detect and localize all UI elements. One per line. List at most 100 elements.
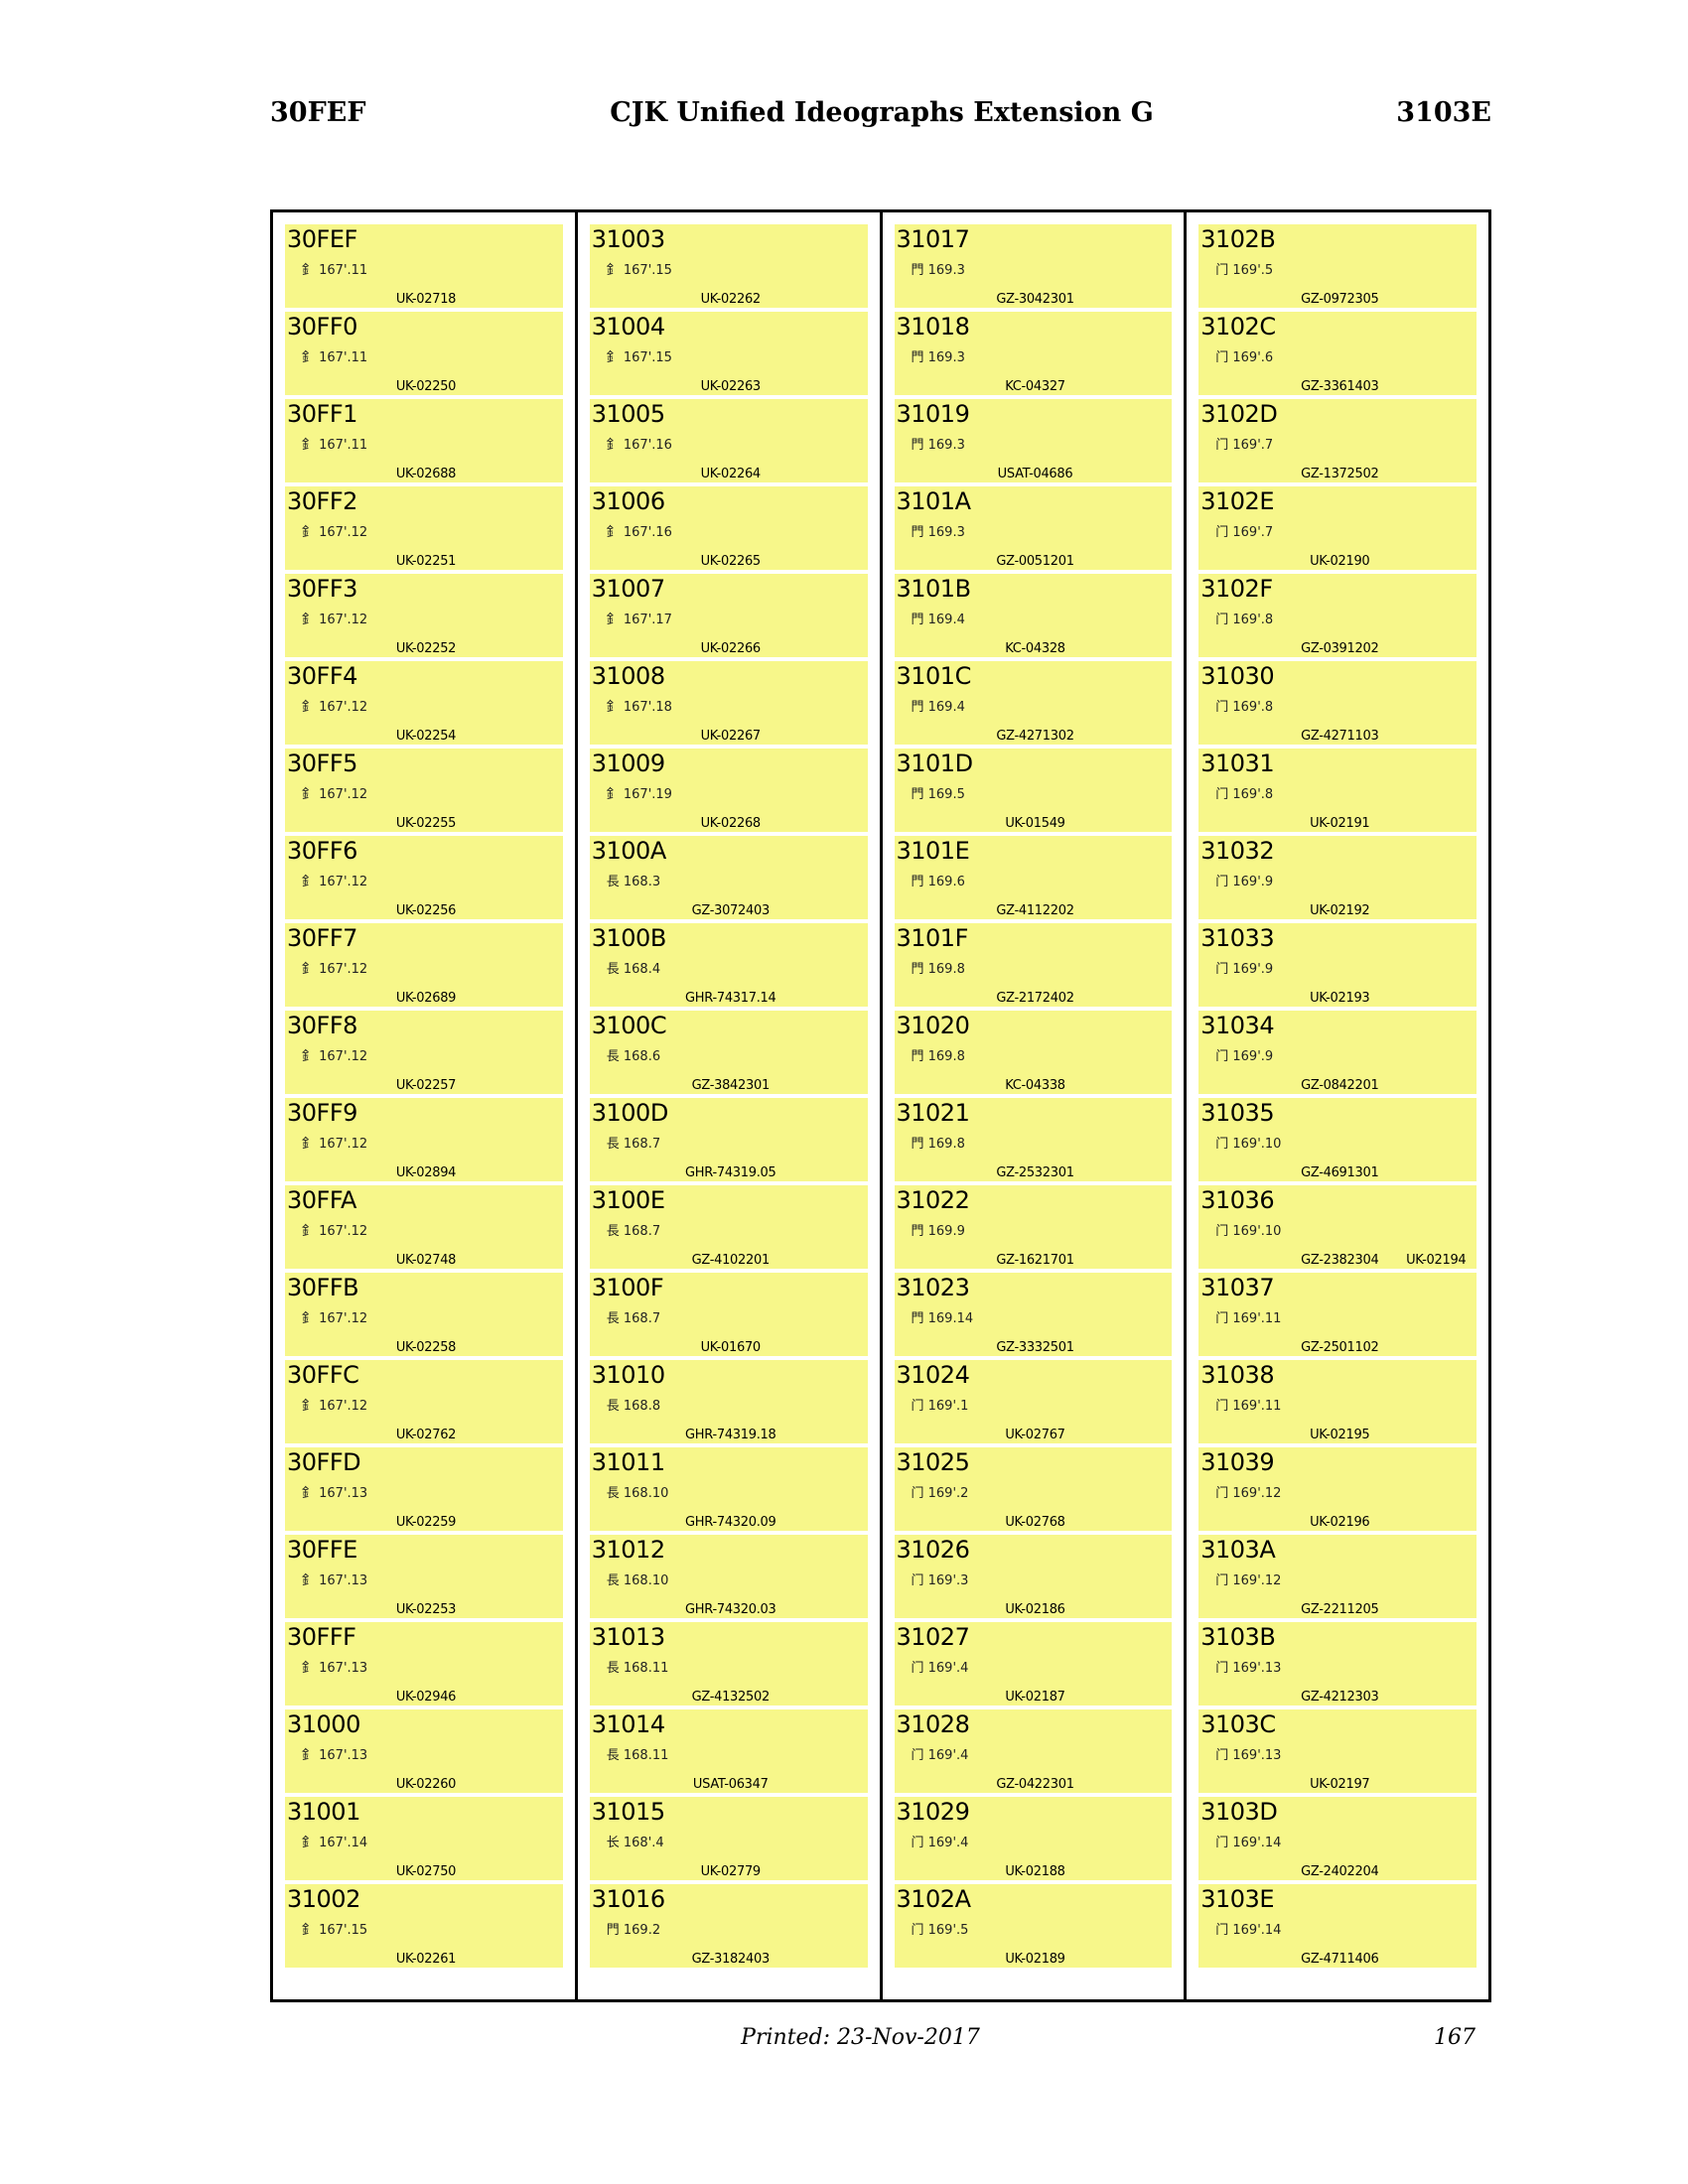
source-reference: UK-02258 [360, 1340, 492, 1355]
source-reference: GZ-0051201 [970, 554, 1101, 569]
code-point: 31032 [1200, 837, 1274, 865]
ideograph-glyph: 𱀡 [1004, 1101, 1067, 1164]
code-point: 31011 [592, 1448, 665, 1476]
code-point: 3100A [592, 837, 666, 865]
radical-stroke: 釒 167'.15 [302, 1919, 367, 1938]
character-cell: 31021 門 169.8 𱀡 GZ-2532301 [895, 1098, 1173, 1181]
source-reference: UK-02260 [360, 1777, 492, 1792]
code-point: 31008 [592, 662, 665, 690]
character-cell: 31006 釒 167'.16 𱀆 UK-02265 [590, 486, 868, 570]
ideograph-glyph: 𱀸 [1308, 1363, 1371, 1427]
ideograph-glyph: 𱀅 [699, 402, 763, 466]
radical-stroke: 门 169'.4 [912, 1832, 969, 1850]
character-cell: 31000 釒 167'.13 𱀀 UK-02260 [285, 1709, 563, 1793]
character-cell: 30FF3 釒 167'.12 𰿳 UK-02252 [285, 574, 563, 657]
source-reference: USAT-04686 [970, 467, 1101, 481]
source-reference-variant: UK-02194 [1397, 1253, 1475, 1268]
code-point: 31012 [592, 1536, 665, 1564]
ideograph-glyph: 𱀥 [1004, 1450, 1067, 1514]
radical-stroke: 釒 167'.14 [302, 1832, 367, 1850]
ideograph-glyph: 𰿯 [394, 227, 458, 291]
source-reference: GZ-3182403 [665, 1952, 796, 1967]
source-reference: GZ-0842201 [1274, 1078, 1405, 1093]
code-point: 3103A [1200, 1536, 1275, 1564]
character-cell: 3102B 门 169'.5 𱀫 GZ-0972305 [1198, 224, 1477, 308]
ideograph-glyph: 𱀑 [699, 1450, 763, 1514]
source-reference: UK-02265 [665, 554, 796, 569]
code-point: 31028 [897, 1710, 970, 1738]
code-point: 30FFE [287, 1536, 357, 1564]
radical-stroke: 釒 167'.18 [607, 696, 672, 715]
code-point: 31037 [1200, 1274, 1274, 1301]
ideograph-glyph: 𱀟 [1004, 926, 1067, 990]
character-cell: 3100E 長 168.7 𱀎 GZ-4102201 [590, 1185, 868, 1269]
source-reference: UK-02193 [1274, 991, 1405, 1006]
character-cell: 31026 门 169'.3 𱀦 UK-02186 [895, 1535, 1173, 1618]
code-point: 31014 [592, 1710, 665, 1738]
code-point: 31016 [592, 1885, 665, 1913]
character-cell: 30FF5 釒 167'.12 𰿵 UK-02255 [285, 749, 563, 832]
radical-stroke: 釒 167'.12 [302, 696, 367, 715]
character-cell: 3103B 门 169'.13 𱀻 GZ-4212303 [1198, 1622, 1477, 1706]
character-cell: 31018 門 169.3 𱀘 KC-04327 [895, 312, 1173, 395]
source-reference: USAT-06347 [665, 1777, 796, 1792]
code-point: 31024 [897, 1361, 970, 1389]
ideograph-glyph: 𱀞 [1004, 839, 1067, 902]
character-cell: 30FF6 釒 167'.12 𰿶 UK-02256 [285, 836, 563, 919]
source-reference: GZ-3042301 [970, 292, 1101, 307]
character-cell: 31009 釒 167'.19 𱀉 UK-02268 [590, 749, 868, 832]
character-cell: 30FF7 釒 167'.12 𰿷 UK-02689 [285, 923, 563, 1007]
ideograph-glyph: 𱀆 [699, 489, 763, 553]
radical-stroke: 釒 167'.13 [302, 1482, 367, 1501]
character-cell: 31025 门 169'.2 𱀥 UK-02768 [895, 1447, 1173, 1531]
radical-stroke: 釒 167'.12 [302, 1045, 367, 1064]
character-cell: 31028 门 169'.4 𱀨 GZ-0422301 [895, 1709, 1173, 1793]
code-point: 30FF7 [287, 924, 357, 952]
radical-stroke: 門 169.3 [912, 259, 965, 278]
radical-stroke: 釒 167'.12 [302, 1220, 367, 1239]
character-cell: 3100B 長 168.4 𱀋 GHR-74317.14 [590, 923, 868, 1007]
code-point: 31038 [1200, 1361, 1274, 1389]
code-point: 30FF6 [287, 837, 357, 865]
source-reference: UK-02779 [665, 1864, 796, 1879]
source-reference: GZ-2211205 [1274, 1602, 1405, 1617]
radical-stroke: 釒 167'.19 [607, 783, 672, 802]
source-reference: GZ-0391202 [1274, 641, 1405, 656]
code-point: 31026 [897, 1536, 970, 1564]
character-cell: 31017 門 169.3 𱀗 GZ-3042301 [895, 224, 1173, 308]
source-reference: UK-02195 [1274, 1428, 1405, 1442]
character-cell: 31012 長 168.10 𱀒 GHR-74320.03 [590, 1535, 868, 1618]
chart-column: 31003 釒 167'.15 𱀃 UK-02262 31004 釒 167'.15 𱀄 UK… [578, 212, 883, 1999]
ideograph-glyph: 𱀉 [699, 751, 763, 815]
radical-stroke: 门 169'.5 [912, 1919, 969, 1938]
source-reference: GZ-2382304 [1274, 1253, 1405, 1268]
character-cell: 31034 门 169'.9 𱀴 GZ-0842201 [1198, 1011, 1477, 1094]
source-reference: KC-04338 [970, 1078, 1101, 1093]
ideograph-glyph: 𰿼 [394, 1363, 458, 1427]
source-reference: UK-02197 [1274, 1777, 1405, 1792]
radical-stroke: 釒 167'.11 [302, 259, 367, 278]
character-cell: 30FFE 釒 167'.13 𰿾 UK-02253 [285, 1535, 563, 1618]
character-cell: 3102F 门 169'.8 𱀯 GZ-0391202 [1198, 574, 1477, 657]
radical-stroke: 門 169.3 [912, 346, 965, 365]
code-point: 31036 [1200, 1186, 1274, 1214]
ideograph-glyph: 𱀬 [1308, 315, 1371, 378]
ideograph-glyph: 𱀱 [1308, 751, 1371, 815]
source-reference: UK-02266 [665, 641, 796, 656]
code-point: 3102E [1200, 487, 1274, 515]
radical-stroke: 门 169'.12 [1215, 1570, 1281, 1588]
radical-stroke: 门 169'.9 [1215, 1045, 1273, 1064]
source-reference: UK-02688 [360, 467, 492, 481]
ideograph-glyph: 𱀳 [1308, 926, 1371, 990]
ideograph-glyph: 𰿶 [394, 839, 458, 902]
ideograph-glyph: 𱀚 [1004, 489, 1067, 553]
chart-column: 30FEF 釒 167'.11 𰿯 UK-02718 30FF0 釒 167'.11 𰿰 UK… [273, 212, 578, 1999]
character-cell: 31038 门 169'.11 𱀸 UK-02195 [1198, 1360, 1477, 1443]
radical-stroke: 门 169'.4 [912, 1657, 969, 1676]
ideograph-glyph: 𱀼 [1308, 1712, 1371, 1776]
character-cell: 3100A 長 168.3 𱀊 GZ-3072403 [590, 836, 868, 919]
code-point: 30FF8 [287, 1012, 357, 1039]
ideograph-glyph: 𰿳 [394, 577, 458, 640]
radical-stroke: 釒 167'.12 [302, 609, 367, 627]
character-cell: 31004 釒 167'.15 𱀄 UK-02263 [590, 312, 868, 395]
